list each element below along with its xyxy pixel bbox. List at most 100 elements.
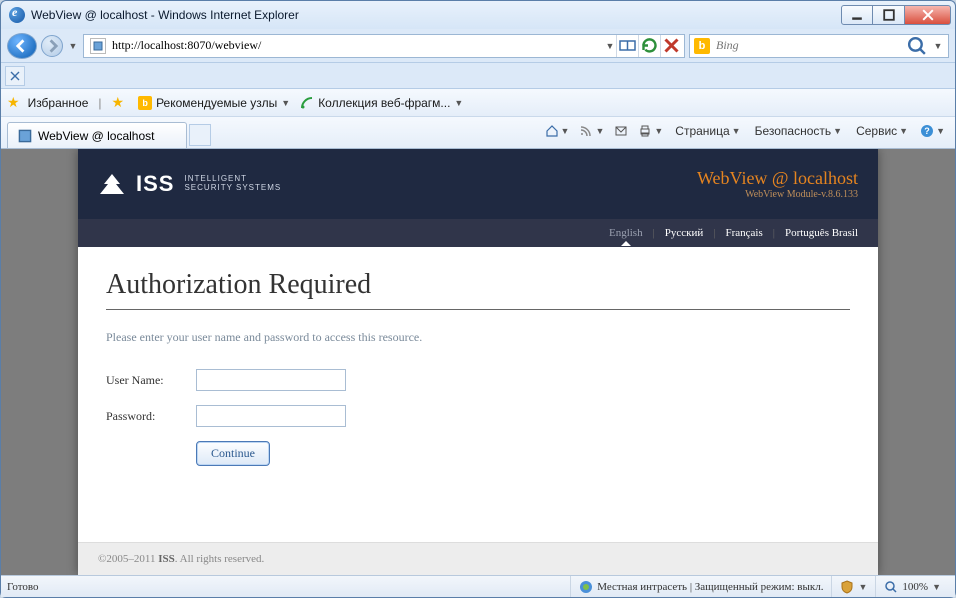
search-button[interactable] — [906, 35, 928, 57]
address-bar: ▼ — [83, 34, 685, 58]
page-viewport: ISS INTELLIGENT SECURITY SYSTEMS WebView… — [1, 149, 955, 575]
web-slices-label: Коллекция веб-фрагм... — [318, 96, 450, 110]
header-subtitle: WebView Module-v.8.6.133 — [697, 189, 858, 200]
slice-icon — [300, 96, 314, 110]
tab-webview[interactable]: WebView @ localhost — [7, 122, 187, 148]
chevron-down-icon: ▼ — [454, 98, 463, 108]
safety-menu[interactable]: Безопасность▼ — [749, 120, 848, 142]
status-protected-mode[interactable]: ▼ — [831, 576, 875, 597]
username-input[interactable] — [196, 369, 346, 391]
refresh-icon — [639, 35, 660, 56]
status-ready: Готово — [7, 576, 47, 597]
chevron-down-icon: ▼ — [281, 98, 290, 108]
recommended-sites-menu[interactable]: b Рекомендуемые узлы ▼ — [138, 96, 290, 110]
window-buttons — [841, 5, 951, 25]
page-footer: ©2005–2011 ISS. All rights reserved. — [78, 542, 878, 575]
lang-english[interactable]: English — [609, 227, 643, 239]
zoom-value: 100% — [902, 581, 928, 593]
url-input[interactable] — [110, 36, 604, 56]
help-icon: ? — [920, 124, 934, 138]
footer-brand: ISS — [158, 553, 175, 565]
browser-window: WebView @ localhost - Windows Internet E… — [0, 0, 956, 598]
status-zone-text: Местная интрасеть | Защищенный режим: вы… — [597, 581, 823, 593]
header-right: WebView @ localhost WebView Module-v.8.6… — [697, 168, 858, 200]
feeds-button[interactable]: ▼ — [575, 120, 608, 142]
x-icon — [10, 71, 20, 81]
ie-icon — [9, 7, 25, 23]
back-button[interactable] — [7, 33, 37, 59]
page-header: ISS INTELLIGENT SECURITY SYSTEMS WebView… — [78, 149, 878, 219]
close-tab-button[interactable] — [5, 66, 25, 86]
password-input[interactable] — [196, 405, 346, 427]
lang-portuguese[interactable]: Português Brasil — [785, 227, 858, 239]
shield-icon — [840, 580, 854, 594]
magnifier-icon — [884, 580, 898, 594]
safety-menu-label: Безопасность — [755, 124, 832, 138]
minimize-button[interactable] — [841, 5, 873, 25]
star-add-icon: ★ — [112, 94, 125, 111]
status-zone[interactable]: Местная интрасеть | Защищенный режим: вы… — [570, 576, 831, 597]
username-label: User Name: — [106, 373, 196, 388]
page-menu[interactable]: Страница▼ — [669, 120, 746, 142]
separator: | — [653, 227, 655, 239]
bing-icon: b — [138, 96, 152, 110]
rss-icon — [579, 124, 593, 138]
lang-french[interactable]: Français — [726, 227, 763, 239]
tools-menu[interactable]: Сервис▼ — [850, 120, 914, 142]
chevron-down-icon: ▼ — [932, 582, 941, 592]
forward-button[interactable] — [41, 35, 63, 57]
status-zoom[interactable]: 100% ▼ — [875, 576, 949, 597]
print-icon — [638, 124, 652, 138]
arrow-right-icon — [45, 39, 59, 53]
compat-icon — [617, 35, 638, 56]
close-icon — [922, 9, 934, 21]
favorites-button[interactable]: ★ Избранное — [7, 94, 88, 111]
stop-icon — [661, 35, 682, 56]
chevron-down-icon: ▼ — [858, 582, 867, 592]
nav-history-dropdown[interactable]: ▼ — [67, 33, 79, 59]
command-bar: ▼ ▼ ▼ Страница▼ Безопасность▼ Сервис▼ ?▼ — [541, 117, 949, 148]
compat-view-button[interactable] — [616, 35, 638, 57]
new-tab-button[interactable] — [189, 124, 211, 146]
bing-icon: b — [694, 38, 710, 54]
page-body: Authorization Required Please enter your… — [78, 247, 878, 542]
svg-text:?: ? — [924, 126, 930, 136]
tab-row: WebView @ localhost ▼ ▼ ▼ Страница▼ Безо… — [1, 117, 955, 149]
instruction-text: Please enter your user name and password… — [106, 330, 850, 345]
maximize-button[interactable] — [873, 5, 905, 25]
brand-name: ISS — [136, 171, 174, 197]
titlebar: WebView @ localhost - Windows Internet E… — [1, 1, 955, 29]
arrow-left-icon — [15, 39, 29, 53]
password-row: Password: — [106, 405, 850, 427]
separator: | — [98, 96, 101, 110]
search-provider-dropdown[interactable]: ▼ — [932, 33, 944, 59]
site-favicon — [90, 38, 106, 54]
minimize-icon — [851, 9, 863, 21]
lang-russian[interactable]: Русский — [665, 227, 704, 239]
tab-title: WebView @ localhost — [38, 129, 154, 143]
web-slices-menu[interactable]: Коллекция веб-фрагм... ▼ — [300, 96, 463, 110]
magnifier-icon — [906, 35, 928, 57]
password-label: Password: — [106, 409, 196, 424]
stop-button[interactable] — [660, 35, 682, 57]
recommended-label: Рекомендуемые узлы — [156, 96, 277, 110]
search-input[interactable] — [714, 36, 902, 56]
refresh-button[interactable] — [638, 35, 660, 57]
favorites-bar: ★ Избранное | ★ b Рекомендуемые узлы ▼ К… — [1, 89, 955, 117]
url-dropdown[interactable]: ▼ — [604, 33, 616, 59]
search-bar: b ▼ — [689, 34, 949, 58]
continue-button[interactable]: Continue — [196, 441, 270, 466]
status-bar: Готово Местная интрасеть | Защищенный ре… — [1, 575, 955, 597]
footer-years: ©2005–2011 — [98, 553, 158, 565]
status-ready-text: Готово — [7, 581, 39, 593]
home-button[interactable]: ▼ — [541, 120, 574, 142]
close-button[interactable] — [905, 5, 951, 25]
add-favorite-button[interactable]: ★ — [112, 94, 129, 111]
page-menu-label: Страница — [675, 124, 729, 138]
zone-icon — [579, 580, 593, 594]
print-button[interactable]: ▼ — [634, 120, 667, 142]
nav-bar: ▼ ▼ b ▼ — [1, 29, 955, 63]
help-button[interactable]: ?▼ — [916, 120, 949, 142]
home-icon — [545, 124, 559, 138]
read-mail-button[interactable] — [610, 120, 632, 142]
